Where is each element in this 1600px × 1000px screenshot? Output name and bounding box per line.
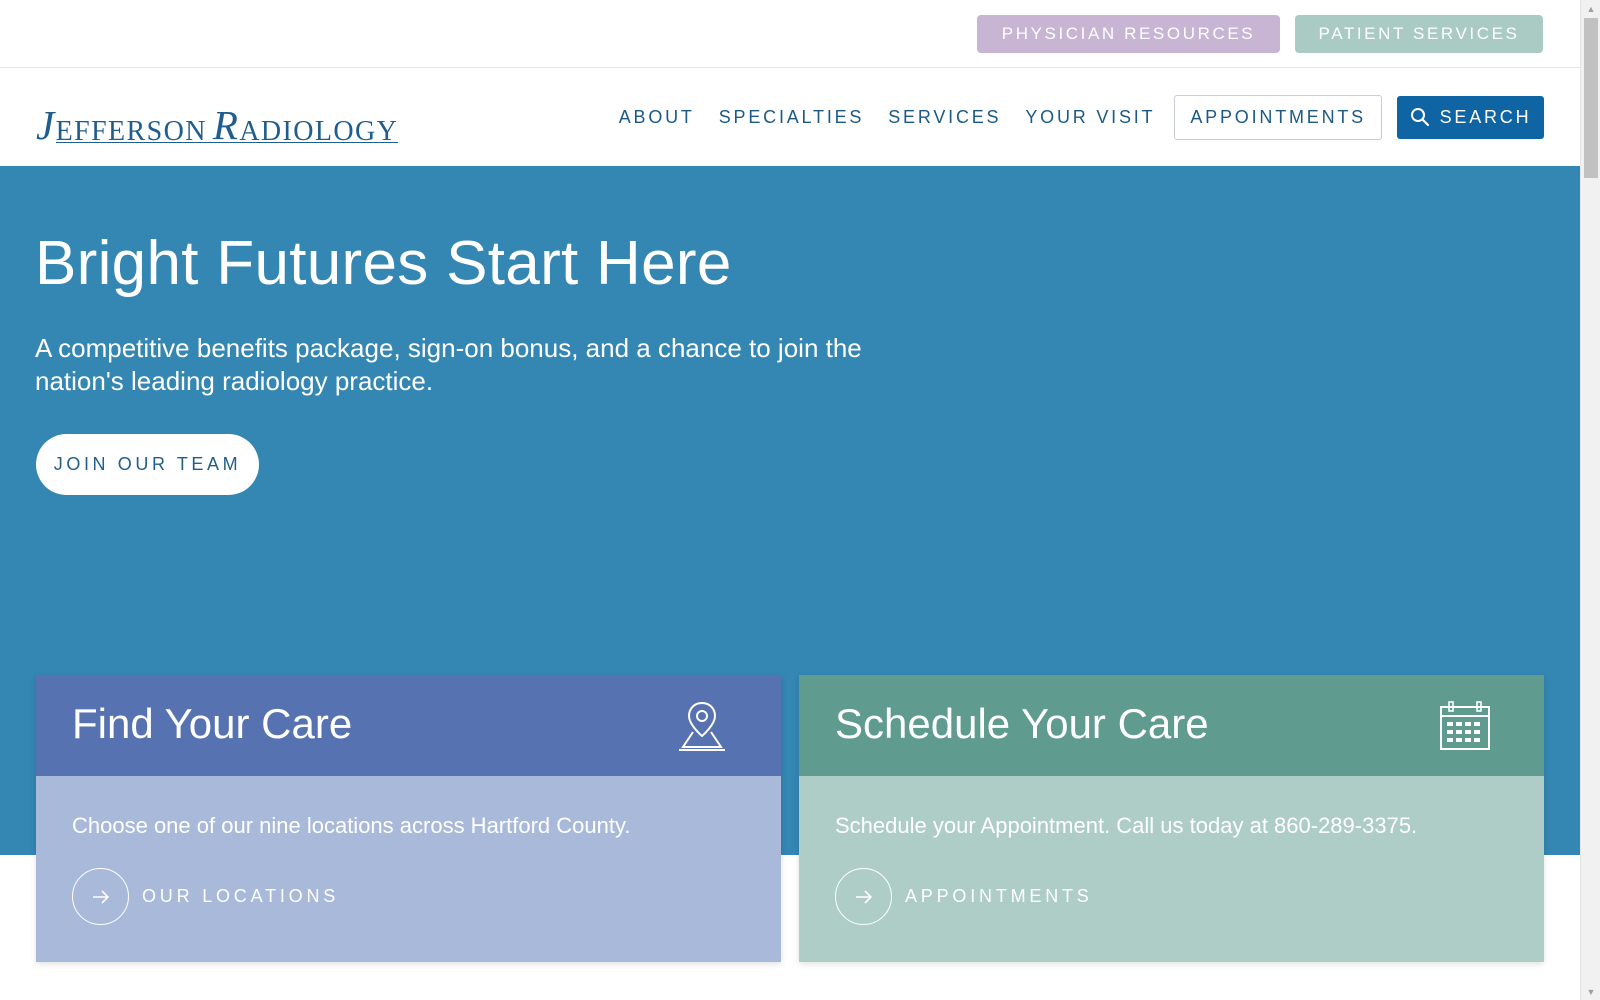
jefferson-radiology-logo[interactable]: J EFFERSON R ADIOLOGY: [36, 96, 399, 148]
patient-services-button[interactable]: PATIENT SERVICES: [1295, 15, 1543, 53]
find-your-care-card: Find Your Care Choose one of our nine lo…: [36, 675, 781, 962]
appointments-link-label: APPOINTMENTS: [905, 886, 1093, 906]
schedule-card-body: Schedule your Appointment. Call us today…: [799, 776, 1544, 962]
nav-services[interactable]: SERVICES: [888, 107, 1001, 128]
schedule-card-text: Schedule your Appointment. Call us today…: [835, 813, 1418, 838]
find-card-title: Find Your Care: [72, 700, 353, 747]
logo-initial-j: J: [36, 102, 56, 148]
hero-title: Bright Futures Start Here: [35, 229, 732, 298]
our-locations-link[interactable]: OUR LOCATIONS: [72, 868, 339, 925]
map-pin-icon: [679, 701, 725, 751]
search-button-label: SEARCH: [1439, 106, 1532, 127]
arrow-right-icon: [72, 868, 129, 925]
utility-bar: PHYSICIAN RESOURCES PATIENT SERVICES: [0, 0, 1580, 68]
join-our-team-button[interactable]: JOIN OUR TEAM: [36, 434, 259, 495]
scroll-down-arrow-icon[interactable]: ▼: [1581, 983, 1600, 1000]
find-card-body: Choose one of our nine locations across …: [36, 776, 781, 962]
arrow-right-icon: [835, 868, 892, 925]
logo-initial-r: R: [212, 102, 240, 148]
nav-your-visit[interactable]: YOUR VISIT: [1025, 107, 1155, 128]
nav-specialties[interactable]: SPECIALTIES: [719, 107, 865, 128]
page-scrollbar[interactable]: ▲ ▼: [1580, 0, 1600, 1000]
schedule-your-care-card: Schedule Your Care Schedule your Appoint…: [799, 675, 1544, 962]
logo-underline: [56, 141, 399, 143]
search-button[interactable]: SEARCH: [1397, 95, 1544, 139]
physician-resources-button[interactable]: PHYSICIAN RESOURCES: [977, 15, 1280, 53]
schedule-card-header: Schedule Your Care: [799, 675, 1544, 776]
scroll-up-arrow-icon[interactable]: ▲: [1581, 0, 1600, 17]
find-card-header: Find Your Care: [36, 675, 781, 776]
main-nav: ABOUT SPECIALTIES SERVICES YOUR VISIT AP…: [595, 94, 1544, 140]
find-card-text: Choose one of our nine locations across …: [72, 813, 631, 838]
schedule-card-title: Schedule Your Care: [835, 700, 1209, 747]
page-viewport: PHYSICIAN RESOURCES PATIENT SERVICES J E…: [0, 0, 1580, 1000]
our-locations-label: OUR LOCATIONS: [142, 886, 340, 906]
hero-subtitle: A competitive benefits package, sign-on …: [35, 333, 862, 396]
nav-about[interactable]: ABOUT: [619, 107, 695, 128]
nav-appointments-button[interactable]: APPOINTMENTS: [1174, 94, 1382, 140]
scrollbar-thumb[interactable]: [1584, 18, 1598, 178]
main-header: J EFFERSON R ADIOLOGY ABOUT SPECIALTIES …: [0, 68, 1580, 166]
calendar-icon: [1440, 701, 1490, 750]
search-icon: [1410, 108, 1429, 127]
appointments-link[interactable]: APPOINTMENTS: [835, 868, 1093, 925]
